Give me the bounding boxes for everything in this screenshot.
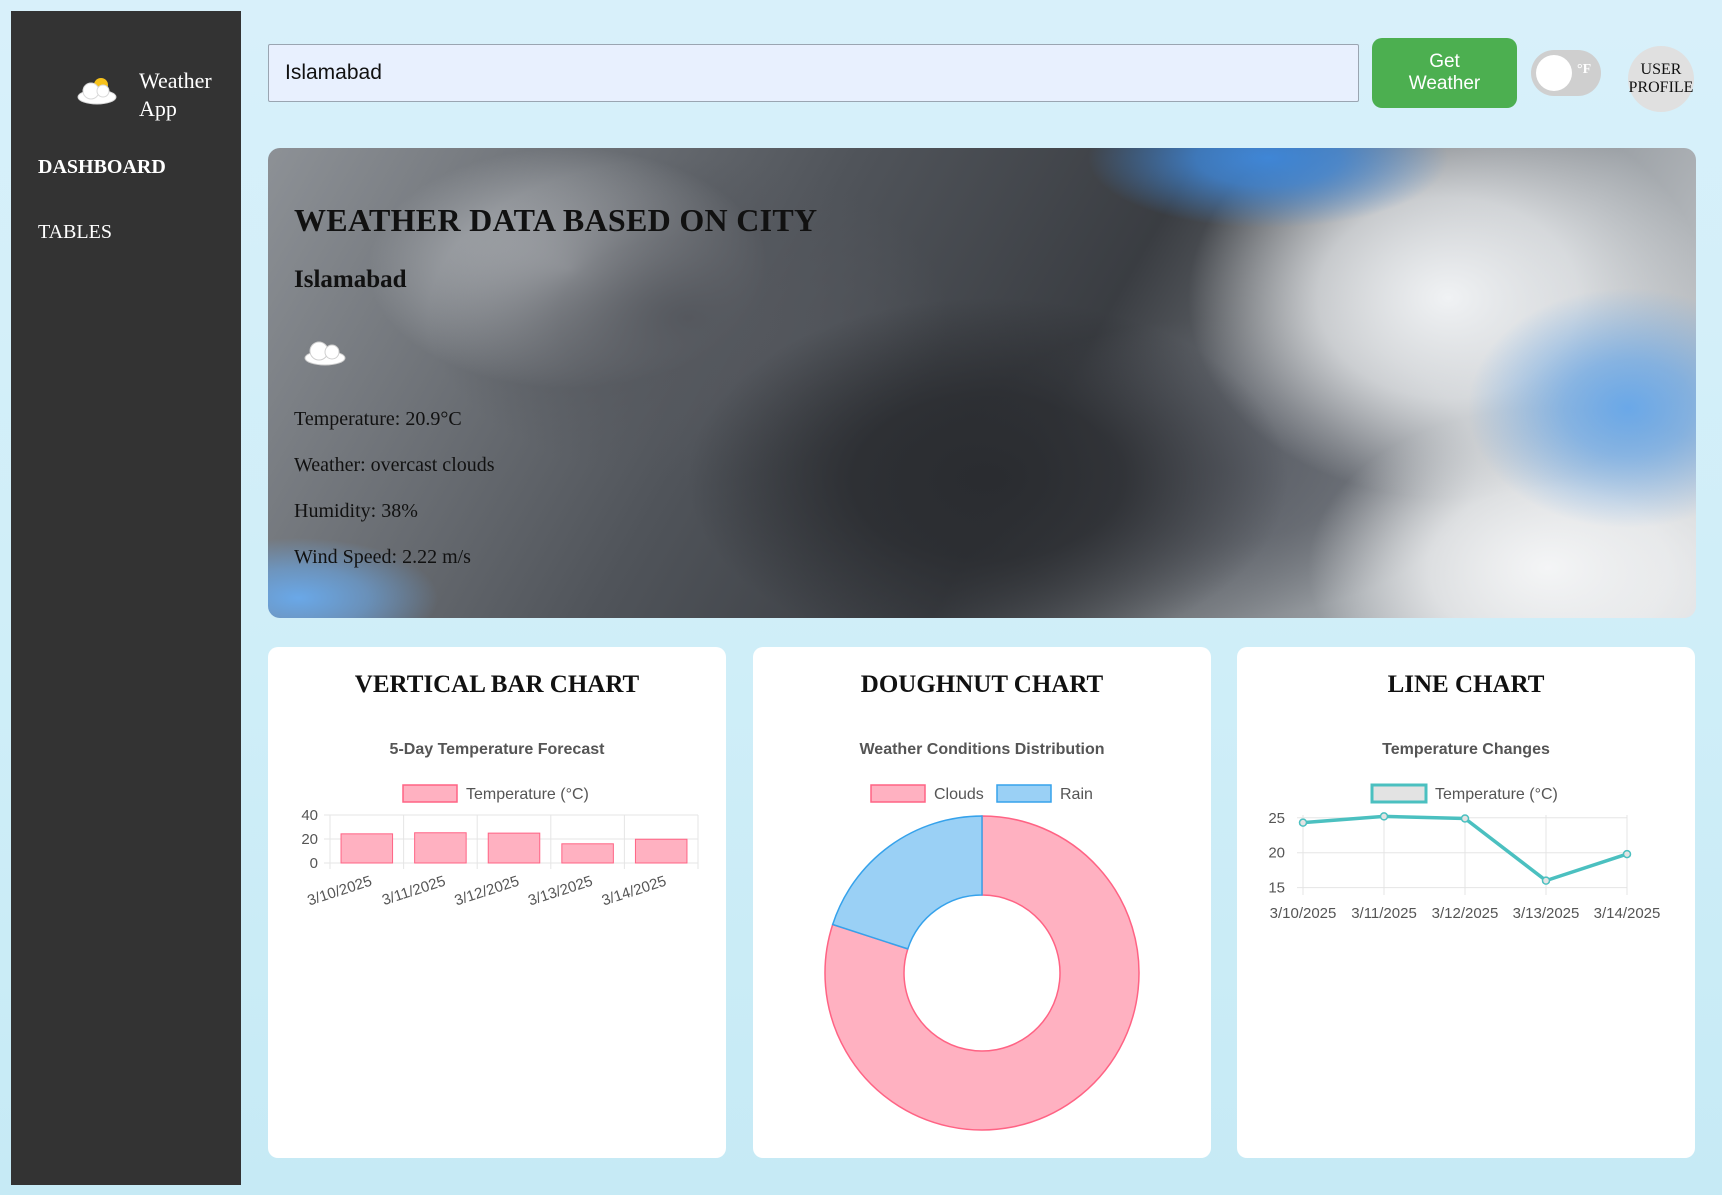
- app-name: Weather App: [139, 68, 212, 121]
- bar-chart: 5-Day Temperature Forecast Temperature (°…: [301, 741, 699, 910]
- user-profile-label: USER PROFILE: [1628, 61, 1694, 96]
- weather-hero: WEATHER DATA BASED ON CITY Islamabad Tem…: [268, 148, 1696, 618]
- city-search-input[interactable]: [268, 44, 1359, 102]
- cloud-icon: [302, 336, 348, 371]
- legend-label: Rain: [1060, 786, 1093, 803]
- y-tick-label: 25: [1268, 810, 1285, 827]
- bar-chart-card: VERTICAL BAR CHART 5-Day Temperature For…: [268, 647, 726, 1158]
- x-tick-label: 3/12/2025: [453, 873, 522, 910]
- x-tick-label: 3/14/2025: [600, 873, 669, 910]
- legend-swatch: [1370, 783, 1428, 804]
- get-weather-button[interactable]: Get Weather: [1372, 38, 1517, 108]
- legend-label: Temperature (°C): [466, 786, 589, 803]
- x-tick-label: 3/11/2025: [380, 873, 448, 909]
- legend-swatch: [996, 784, 1052, 803]
- y-tick-label: 0: [310, 855, 318, 872]
- data-point: [1379, 812, 1389, 821]
- y-tick-label: 20: [301, 831, 318, 848]
- humidity-text: Humidity: 38%: [294, 500, 418, 522]
- bar: [340, 833, 394, 864]
- get-weather-label: Get Weather: [1408, 51, 1481, 94]
- unit-toggle-label: °F: [1577, 62, 1592, 77]
- line-chart: Temperature Changes Temperature (°C) 15 20 2…: [1268, 741, 1661, 922]
- hero-city: Islamabad: [294, 266, 407, 293]
- y-tick-label: 20: [1268, 845, 1285, 862]
- x-tick-label: 3/14/2025: [1594, 905, 1661, 922]
- nav-tables[interactable]: TABLES: [38, 221, 112, 244]
- sidebar: Weather App DASHBOARD TABLES: [11, 11, 241, 1185]
- data-point: [1622, 849, 1632, 859]
- x-tick-label: 3/10/2025: [305, 873, 374, 910]
- y-tick-label: 40: [301, 807, 318, 824]
- line-chart-card: LINE CHART Temperature Changes Temperatur…: [1237, 647, 1695, 1158]
- doughnut-chart: Weather Conditions Distribution Clouds Rai…: [824, 741, 1140, 1131]
- chart-title: Weather Conditions Distribution: [859, 741, 1104, 758]
- legend-label: Temperature (°C): [1435, 786, 1558, 803]
- x-tick-label: 3/10/2025: [1270, 905, 1337, 922]
- legend-label: Clouds: [934, 786, 984, 803]
- legend-swatch: [402, 784, 458, 803]
- doughnut-chart-card: DOUGHNUT CHART Weather Conditions Distri…: [753, 647, 1211, 1158]
- legend-swatch: [870, 784, 926, 803]
- toggle-knob: [1536, 55, 1572, 91]
- x-tick-label: 3/13/2025: [526, 873, 595, 910]
- brand[interactable]: Weather App: [61, 57, 241, 121]
- bar: [561, 843, 614, 864]
- x-tick-label: 3/11/2025: [1351, 905, 1417, 922]
- hero-title: WEATHER DATA BASED ON CITY: [294, 202, 818, 238]
- data-point: [1460, 814, 1470, 823]
- weather-text: Weather: overcast clouds: [294, 454, 495, 476]
- x-tick-label: 3/13/2025: [1513, 905, 1580, 922]
- chart-title: Temperature Changes: [1382, 741, 1550, 758]
- bar: [634, 838, 688, 864]
- wind-speed-text: Wind Speed: 2.22 m/s: [294, 546, 471, 568]
- nav-dashboard[interactable]: DASHBOARD: [38, 156, 166, 179]
- y-tick-label: 15: [1268, 880, 1285, 897]
- bar: [414, 832, 467, 864]
- slice-rain: [831, 815, 983, 950]
- sun-behind-cloud-icon: [73, 75, 121, 110]
- chart-title: 5-Day Temperature Forecast: [390, 741, 606, 758]
- bar: [487, 832, 541, 864]
- user-profile-button[interactable]: USER PROFILE: [1628, 46, 1694, 112]
- data-point: [1298, 818, 1308, 827]
- data-point: [1541, 876, 1551, 885]
- temperature-text: Temperature: 20.9°C: [294, 408, 462, 430]
- unit-toggle[interactable]: °F: [1531, 50, 1601, 96]
- x-tick-label: 3/12/2025: [1432, 905, 1499, 922]
